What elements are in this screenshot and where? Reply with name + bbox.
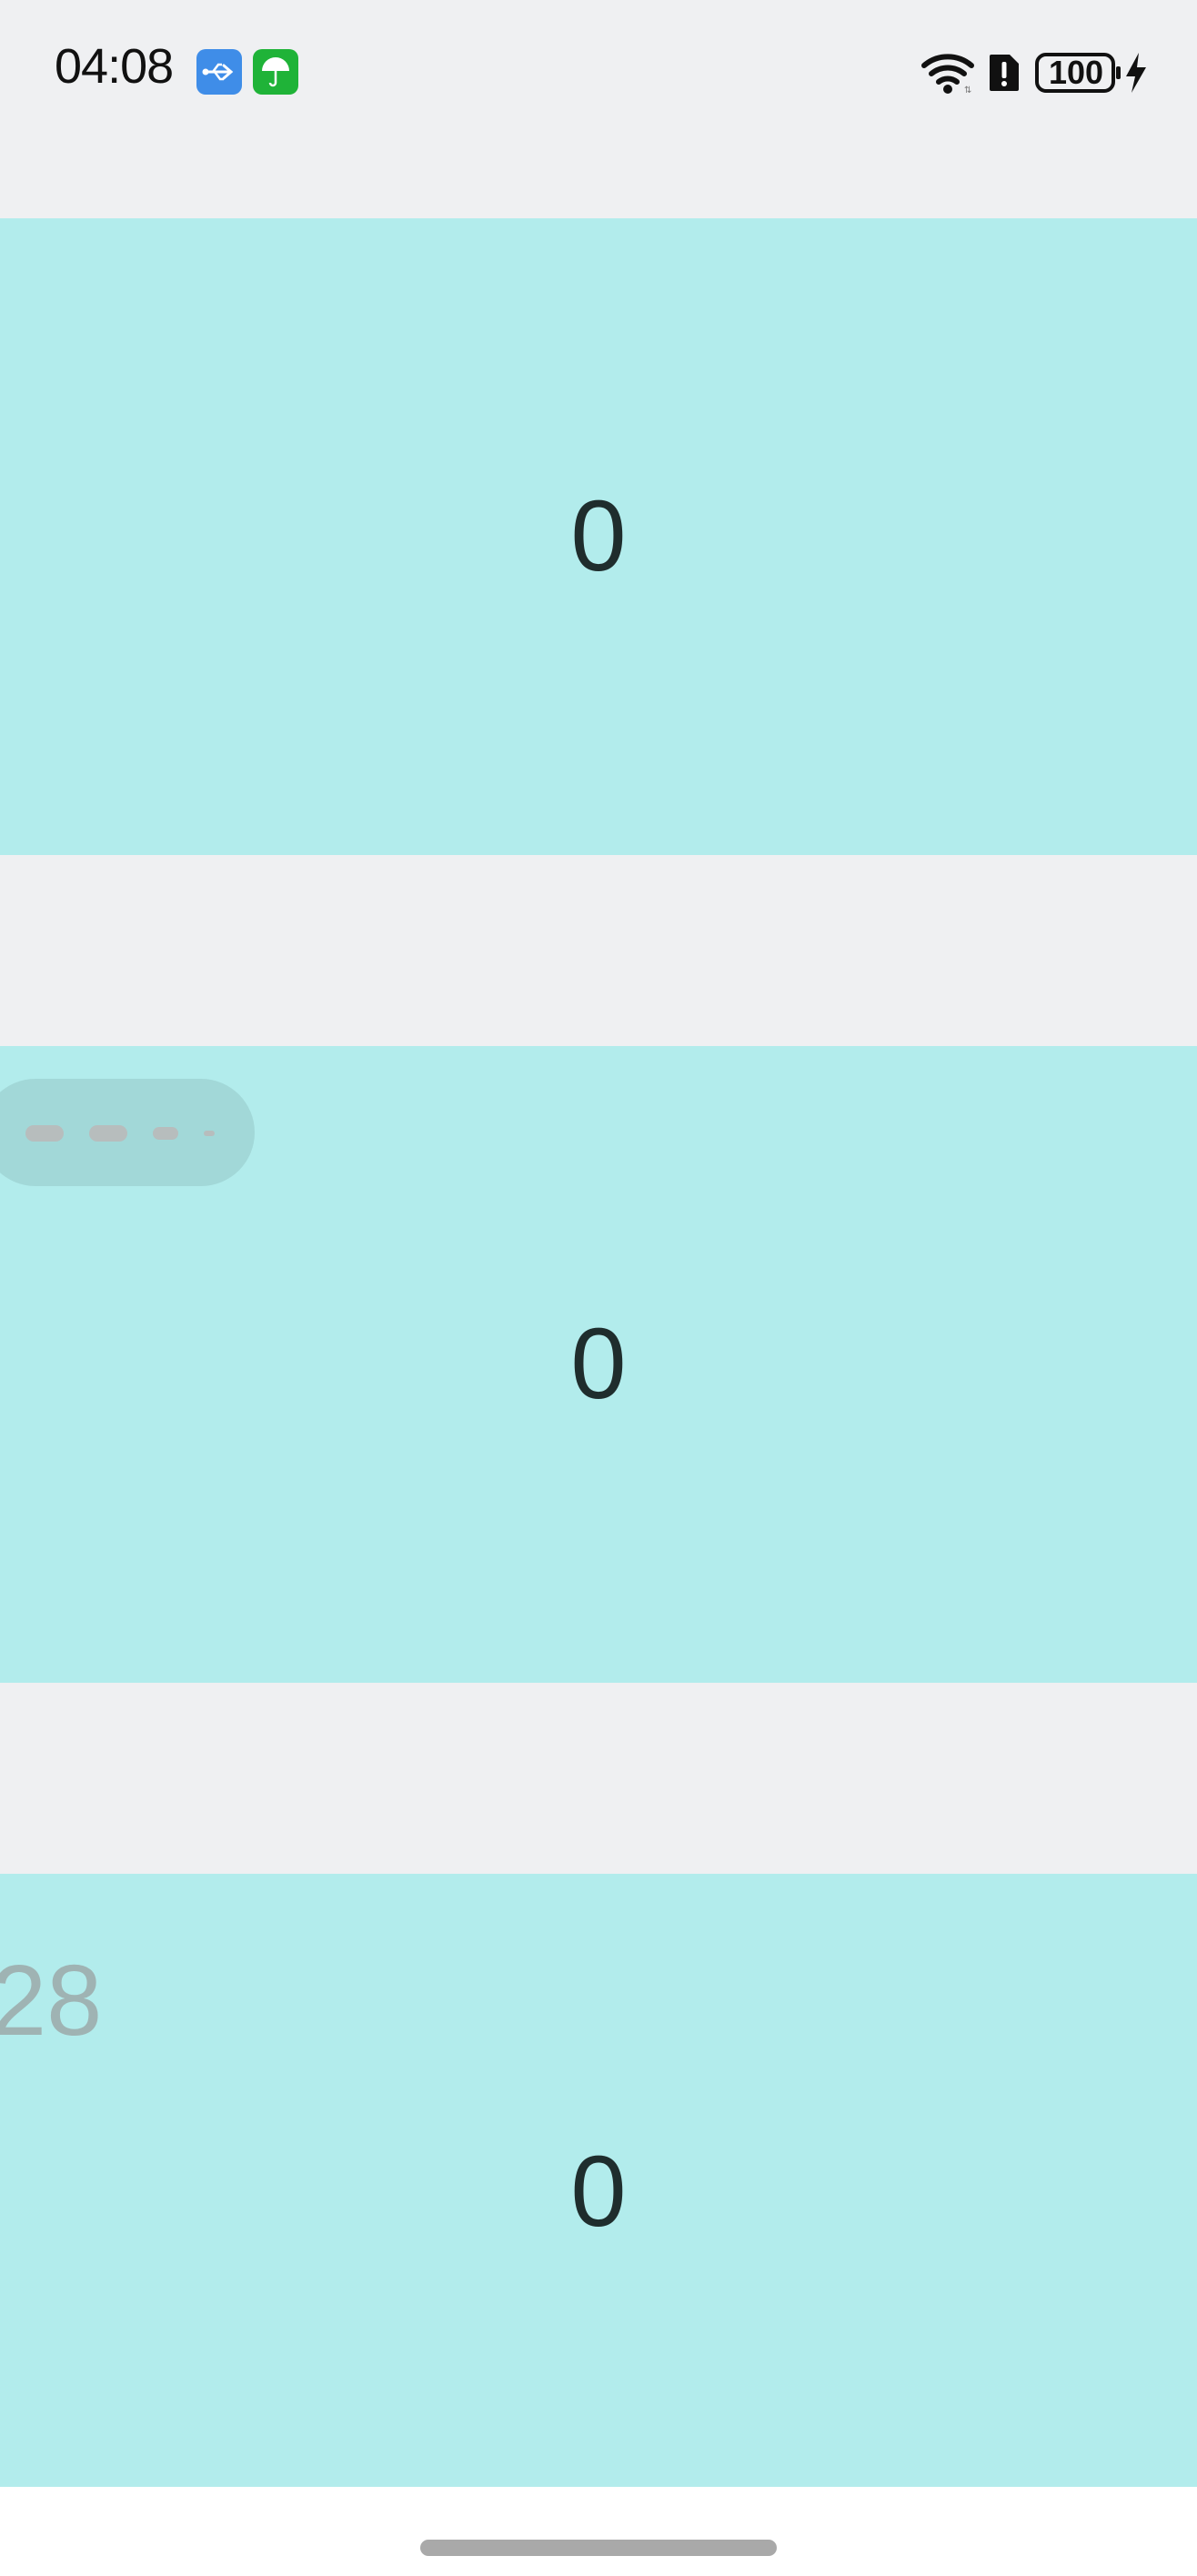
battery-icon: 100 — [1035, 51, 1122, 95]
panel-1[interactable]: 0 — [0, 218, 1197, 855]
home-indicator[interactable] — [420, 2540, 777, 2556]
umbrella-icon — [253, 49, 298, 95]
panel-3-value: 0 — [570, 2136, 627, 2248]
panel-1-value: 0 — [570, 480, 627, 592]
panel-3[interactable]: 28 0 — [0, 1874, 1197, 2487]
side-number-label: 28 — [0, 1945, 103, 2057]
bottom-area — [0, 2487, 1197, 2576]
status-time: 04:08 — [55, 39, 174, 94]
pill-dash — [153, 1127, 178, 1140]
panel-2[interactable]: 0 — [0, 1046, 1197, 1683]
alert-icon — [990, 55, 1019, 91]
pill-dash — [25, 1125, 64, 1142]
panel-2-value: 0 — [570, 1308, 627, 1420]
battery-level: 100 — [1048, 54, 1104, 91]
screen: 04:08 ⇅ 100 0 0 28 0 — [0, 0, 1197, 2576]
pill-dash — [89, 1125, 127, 1142]
usb-icon — [196, 49, 242, 95]
pill-dash — [204, 1131, 215, 1136]
charging-bolt-icon — [1126, 53, 1146, 93]
pill-indicator — [0, 1079, 255, 1186]
wifi-icon: ⇅ — [921, 54, 974, 95]
status-bar: 04:08 ⇅ 100 — [0, 0, 1197, 146]
svg-text:⇅: ⇅ — [964, 86, 971, 95]
